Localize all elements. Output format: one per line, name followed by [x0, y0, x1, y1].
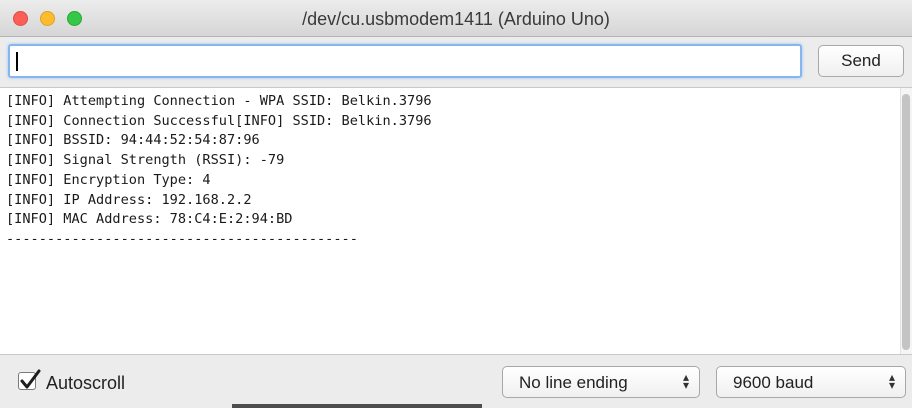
line-ending-select[interactable]: No line ending ▴ ▾	[502, 366, 700, 398]
console-line: [INFO] BSSID: 94:44:52:54:87:96	[6, 132, 260, 149]
console-line: [INFO] Signal Strength (RSSI): -79	[6, 152, 285, 169]
text-caret	[16, 52, 18, 71]
autoscroll-checkbox[interactable]	[18, 369, 41, 390]
console-line: [INFO] Attempting Connection - WPA SSID:…	[6, 93, 432, 109]
input-toolbar: Send	[0, 37, 912, 88]
line-ending-value: No line ending	[519, 373, 628, 392]
updown-arrows-icon: ▴ ▾	[682, 370, 689, 392]
console-separator: ----------------------------------------…	[6, 230, 358, 247]
window-titlebar: /dev/cu.usbmodem1411 (Arduino Uno)	[0, 0, 912, 37]
checkmark-icon	[20, 369, 41, 389]
bottom-toolbar: Autoscroll No line ending ▴ ▾ 9600 baud ▴…	[0, 354, 912, 408]
console-line: [INFO] Connection Successful[INFO] SSID:…	[6, 112, 432, 129]
serial-output: [INFO] Attempting Connection - WPA SSID:…	[0, 88, 900, 354]
console-line: [INFO] Encryption Type: 4	[6, 171, 211, 188]
updown-arrows-icon: ▴ ▾	[888, 370, 895, 392]
console-line: [INFO] MAC Address: 78:C4:E:2:94:BD	[6, 211, 293, 228]
serial-input-field[interactable]	[8, 44, 802, 78]
window-edge-strip	[232, 404, 482, 408]
baud-rate-value: 9600 baud	[733, 373, 814, 392]
window-title: /dev/cu.usbmodem1411 (Arduino Uno)	[302, 9, 610, 29]
autoscroll-label[interactable]: Autoscroll	[46, 373, 125, 394]
console-scroll-thumb[interactable]	[902, 94, 910, 350]
send-button[interactable]: Send	[818, 45, 904, 77]
console-line: [INFO] IP Address: 192.168.2.2	[6, 191, 252, 208]
baud-rate-select[interactable]: 9600 baud ▴ ▾	[716, 366, 906, 398]
